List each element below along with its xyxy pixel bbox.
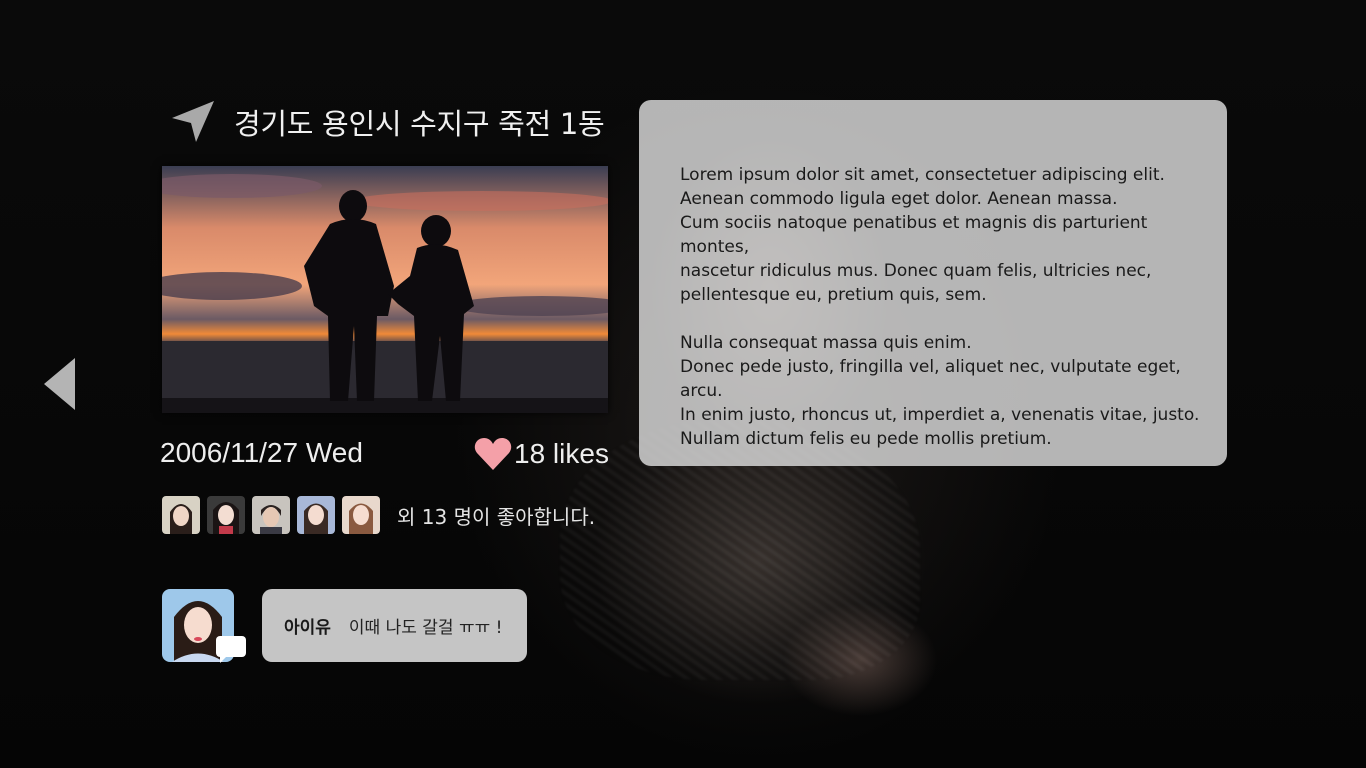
- location-header: 경기도 용인시 수지구 죽전 1동: [168, 98, 605, 146]
- commenter-avatar[interactable]: [162, 589, 246, 663]
- liker-avatar[interactable]: [342, 496, 380, 534]
- likers-row: 외 13 명이 좋아합니다.: [162, 496, 595, 534]
- comment-bubble-icon: [216, 636, 246, 663]
- comment-box: 아이유 이때 나도 갈걸 ㅠㅠ !: [262, 589, 527, 662]
- liker-avatar[interactable]: [252, 496, 290, 534]
- likes-count: 18 likes: [514, 438, 609, 469]
- description-paragraph: Nulla consequat massa quis enim. Donec p…: [680, 333, 1200, 449]
- description-paragraph: Lorem ipsum dolor sit amet, consectetuer…: [680, 165, 1165, 305]
- like-button[interactable]: 18 likes: [474, 437, 609, 471]
- likers-text: 외 13 명이 좋아합니다.: [397, 504, 596, 529]
- description-panel: Lorem ipsum dolor sit amet, consectetuer…: [639, 100, 1227, 466]
- previous-arrow-icon[interactable]: [42, 356, 78, 412]
- post-date: 2006/11/27 Wed: [160, 437, 363, 468]
- comment: 아이유 이때 나도 갈걸 ㅠㅠ !: [162, 589, 527, 663]
- post-photo[interactable]: [162, 166, 608, 413]
- liker-avatar[interactable]: [207, 496, 245, 534]
- navigation-arrow-icon: [172, 101, 214, 142]
- comment-author: 아이유: [284, 618, 331, 638]
- heart-icon: [474, 438, 512, 470]
- location-text: 경기도 용인시 수지구 죽전 1동: [234, 107, 605, 141]
- comment-message: 이때 나도 갈걸 ㅠㅠ !: [348, 618, 503, 638]
- liker-avatar[interactable]: [162, 496, 200, 534]
- liker-avatar[interactable]: [297, 496, 335, 534]
